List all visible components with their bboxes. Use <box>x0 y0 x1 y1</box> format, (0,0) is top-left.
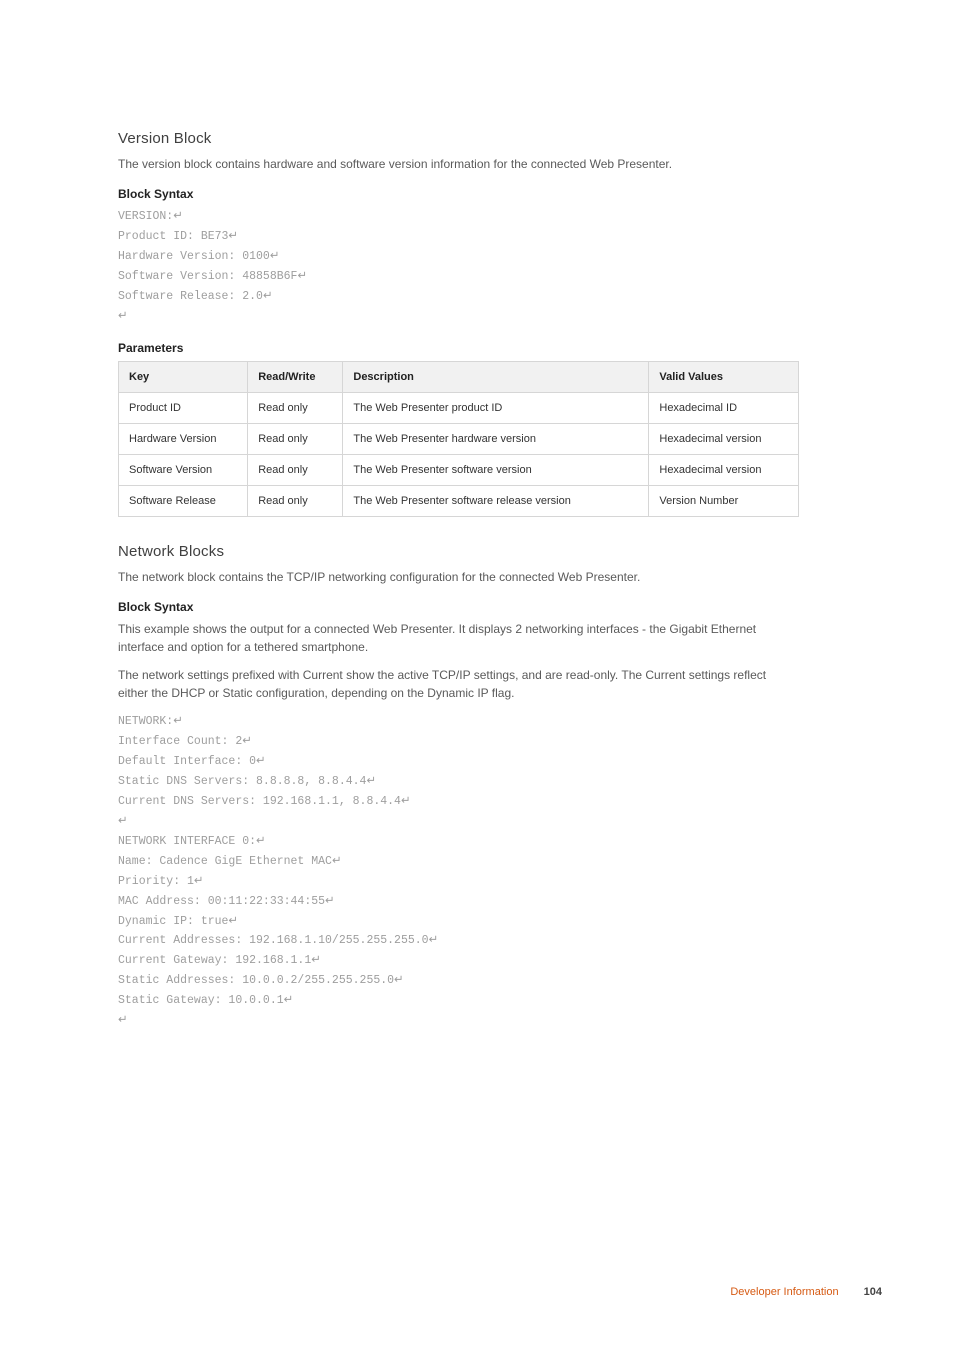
footer-page-number: 104 <box>864 1286 882 1298</box>
td-key: Software Release <box>119 485 248 516</box>
table-row: Hardware Version Read only The Web Prese… <box>119 423 799 454</box>
th-rw: Read/Write <box>248 361 343 392</box>
code-line: Static Addresses: 10.0.0.2/255.255.255.0 <box>118 974 404 987</box>
code-line: Software Release: 2.0 <box>118 290 273 303</box>
page-content: Version Block The version block contains… <box>0 0 954 1103</box>
page-footer: Developer Information 104 <box>730 1286 882 1298</box>
table-row: Software Version Read only The Web Prese… <box>119 454 799 485</box>
td-rw: Read only <box>248 423 343 454</box>
code-line <box>118 815 128 828</box>
network-blocks-p1: This example shows the output for a conn… <box>118 620 799 656</box>
th-key: Key <box>119 361 248 392</box>
code-line <box>118 310 128 323</box>
code-line: Hardware Version: 0100 <box>118 250 279 263</box>
version-block-syntax-heading: Block Syntax <box>118 187 799 201</box>
td-desc: The Web Presenter hardware version <box>343 423 649 454</box>
td-rw: Read only <box>248 485 343 516</box>
code-line: Default Interface: 0 <box>118 755 266 768</box>
table-row: Software Release Read only The Web Prese… <box>119 485 799 516</box>
code-line: Static DNS Servers: 8.8.8.8, 8.8.4.4 <box>118 775 376 788</box>
code-line: Priority: 1 <box>118 875 204 888</box>
code-line: Interface Count: 2 <box>118 735 252 748</box>
code-line: MAC Address: 00:11:22:33:44:55 <box>118 895 335 908</box>
version-block-heading: Version Block <box>118 130 799 147</box>
code-line: Product ID: BE73 <box>118 230 238 243</box>
version-block-intro: The version block contains hardware and … <box>118 155 799 173</box>
code-line: Name: Cadence GigE Ethernet MAC <box>118 855 342 868</box>
network-blocks-heading: Network Blocks <box>118 543 799 560</box>
code-line: Static Gateway: 10.0.0.1 <box>118 994 293 1007</box>
th-vv: Valid Values <box>649 361 799 392</box>
version-params-table: Key Read/Write Description Valid Values … <box>118 361 799 517</box>
table-row: Product ID Read only The Web Presenter p… <box>119 392 799 423</box>
td-rw: Read only <box>248 454 343 485</box>
code-line: Dynamic IP: true <box>118 915 238 928</box>
network-blocks-syntax-heading: Block Syntax <box>118 600 799 614</box>
version-block-params-heading: Parameters <box>118 341 799 355</box>
td-desc: The Web Presenter product ID <box>343 392 649 423</box>
code-line <box>118 1014 128 1027</box>
network-blocks-intro: The network block contains the TCP/IP ne… <box>118 568 799 586</box>
td-key: Hardware Version <box>119 423 248 454</box>
network-blocks-p2: The network settings prefixed with Curre… <box>118 666 799 702</box>
td-key: Product ID <box>119 392 248 423</box>
code-line: NETWORK: <box>118 715 183 728</box>
network-blocks-code: NETWORK: Interface Count: 2 Default Inte… <box>118 712 799 1032</box>
code-line: Software Version: 48858B6F <box>118 270 307 283</box>
code-line: Current Gateway: 192.168.1.1 <box>118 954 321 967</box>
footer-label: Developer Information <box>730 1286 838 1298</box>
td-desc: The Web Presenter software version <box>343 454 649 485</box>
td-rw: Read only <box>248 392 343 423</box>
code-line: Current Addresses: 192.168.1.10/255.255.… <box>118 934 438 947</box>
td-vv: Hexadecimal ID <box>649 392 799 423</box>
td-vv: Hexadecimal version <box>649 423 799 454</box>
th-desc: Description <box>343 361 649 392</box>
code-line: VERSION: <box>118 210 183 223</box>
td-vv: Version Number <box>649 485 799 516</box>
td-vv: Hexadecimal version <box>649 454 799 485</box>
table-header-row: Key Read/Write Description Valid Values <box>119 361 799 392</box>
code-line: NETWORK INTERFACE 0: <box>118 835 266 848</box>
version-block-code: VERSION: Product ID: BE73 Hardware Versi… <box>118 207 799 327</box>
code-line: Current DNS Servers: 192.168.1.1, 8.8.4.… <box>118 795 411 808</box>
td-key: Software Version <box>119 454 248 485</box>
td-desc: The Web Presenter software release versi… <box>343 485 649 516</box>
